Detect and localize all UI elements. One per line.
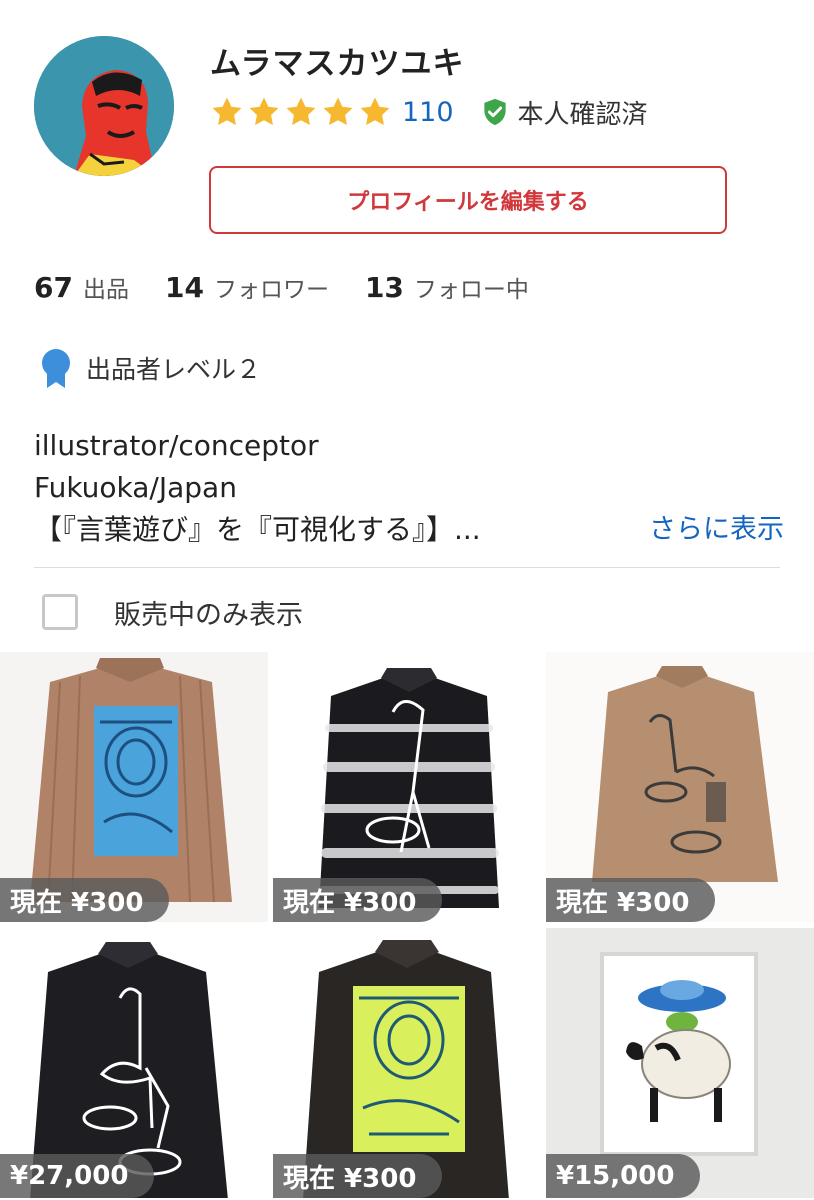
star-icon — [360, 97, 390, 126]
stat-value: 14 — [164, 271, 204, 304]
username: ムラマスカツユキ — [210, 46, 465, 82]
on-sale-filter-label: 販売中のみ表示 — [114, 599, 303, 631]
item-card[interactable]: 現在 ¥300 — [546, 652, 814, 922]
item-card[interactable]: ¥15,000 — [546, 928, 814, 1198]
item-price-badge: ¥15,000 — [546, 1154, 701, 1198]
on-sale-filter[interactable]: 販売中のみ表示 — [42, 590, 303, 634]
on-sale-checkbox[interactable] — [42, 594, 78, 630]
item-price-badge: 現在 ¥300 — [273, 878, 443, 922]
rating-stars — [210, 95, 392, 129]
stat-label: フォロワー — [213, 277, 329, 303]
item-price-badge: 現在 ¥300 — [0, 878, 170, 922]
star-icon — [323, 97, 353, 126]
verified-label: 本人確認済 — [517, 99, 648, 130]
item-card[interactable]: 現在 ¥300 — [273, 928, 541, 1198]
item-price-badge: 現在 ¥300 — [546, 878, 716, 922]
stat-following[interactable]: 13 フォロー中 — [365, 270, 529, 304]
avatar[interactable] — [34, 36, 174, 176]
seller-level-label: 出品者レベル２ — [86, 355, 262, 384]
stat-label: フォロー中 — [413, 277, 529, 303]
ribbon-badge-icon — [42, 349, 70, 388]
stat-label: 出品 — [82, 277, 129, 303]
bio-line: Fukuoka/Japan — [34, 471, 237, 504]
profile-stats: 67 出品 14 フォロワー 13 フォロー中 — [34, 270, 565, 310]
bio-last-row: 【『言葉遊び』を『可視化する』】... さらに表示 — [34, 509, 784, 551]
stat-value: 13 — [364, 271, 404, 304]
edit-profile-button[interactable]: プロフィールを編集する — [209, 166, 727, 234]
star-icon — [212, 97, 242, 126]
bio-line: 【『言葉遊び』を『可視化する』】... — [34, 513, 481, 546]
stat-value: 67 — [34, 271, 73, 304]
star-icon — [249, 97, 279, 126]
show-more-link[interactable]: さらに表示 — [649, 509, 784, 551]
item-grid: 現在 ¥300 現在 ¥300 現在 ¥300 ¥27,000 現在 ¥300 … — [0, 652, 814, 1200]
verified-shield-icon — [483, 98, 506, 126]
review-count[interactable]: 110 — [402, 97, 454, 128]
item-price-badge: 現在 ¥300 — [273, 1154, 443, 1198]
bio-line: illustrator/conceptor — [34, 429, 319, 462]
star-icon — [286, 97, 316, 126]
stat-followers[interactable]: 14 フォロワー — [165, 270, 329, 304]
item-card[interactable]: 現在 ¥300 — [273, 652, 541, 922]
avatar-image — [34, 36, 174, 176]
divider — [34, 567, 780, 568]
bio: illustrator/conceptor Fukuoka/Japan 【『言葉… — [34, 425, 784, 551]
item-card[interactable]: 現在 ¥300 — [0, 652, 268, 922]
stat-listings[interactable]: 67 出品 — [34, 270, 129, 304]
seller-level[interactable]: 出品者レベル２ — [38, 346, 261, 390]
item-price-badge: ¥27,000 — [0, 1154, 155, 1198]
item-card[interactable]: ¥27,000 — [0, 928, 268, 1198]
rating-row[interactable]: 110 本人確認済 — [210, 94, 648, 130]
